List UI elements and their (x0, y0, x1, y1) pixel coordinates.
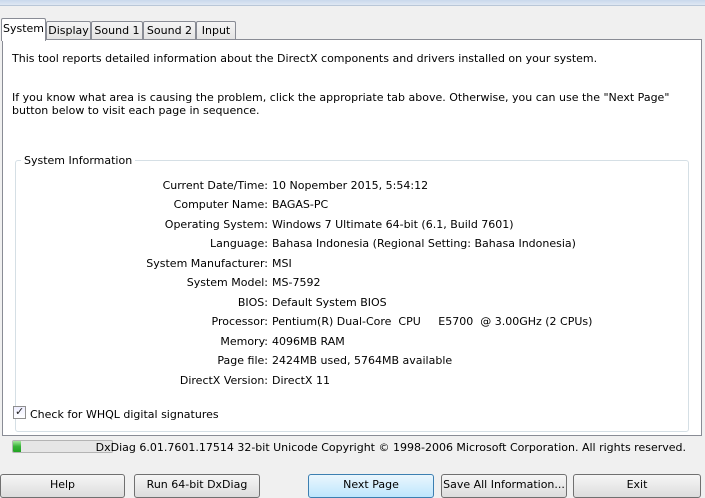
tab-sound-2[interactable]: Sound 2 (143, 21, 196, 40)
info-label: System Manufacturer: (146, 257, 268, 270)
system-tab-panel: This tool reports detailed information a… (2, 39, 702, 436)
info-value: DirectX 11 (272, 374, 330, 387)
tab-sound-1[interactable]: Sound 1 (91, 21, 143, 40)
info-label: BIOS: (237, 296, 268, 309)
info-value: MS-7592 (272, 276, 321, 289)
info-label: Language: (210, 237, 268, 250)
info-label: Computer Name: (173, 198, 268, 211)
info-row-memory: Memory: 4096MB RAM (16, 335, 676, 349)
group-title: System Information (21, 154, 136, 167)
tab-display[interactable]: Display (46, 21, 91, 40)
intro-text: This tool reports detailed information a… (12, 52, 598, 65)
info-value: Pentium(R) Dual-Core CPU E5700 @ 3.00GHz… (272, 315, 593, 328)
info-label: Current Date/Time: (162, 179, 268, 192)
tab-input[interactable]: Input (196, 21, 236, 40)
info-value: 2424MB used, 5764MB available (272, 354, 453, 367)
info-row-computer-name: Computer Name: BAGAS-PC (16, 198, 676, 212)
exit-button[interactable]: Exit (573, 474, 701, 498)
whql-checkbox-label[interactable]: Check for WHQL digital signatures (30, 408, 219, 421)
info-value: 10 Nopember 2015, 5:54:12 (272, 179, 429, 192)
info-row-system-manufacturer: System Manufacturer: MSI (16, 257, 676, 271)
info-value: Windows 7 Ultimate 64-bit (6.1, Build 76… (272, 218, 514, 231)
window-title-strip (0, 0, 705, 6)
info-label: System Model: (186, 276, 268, 289)
whql-checkbox[interactable]: ✓ (13, 405, 26, 419)
system-information-group: System Information Current Date/Time: 10… (15, 154, 689, 432)
next-page-button[interactable]: Next Page (308, 474, 434, 498)
info-label: DirectX Version: (179, 374, 268, 387)
info-row-operating-system: Operating System: Windows 7 Ultimate 64-… (16, 218, 676, 232)
help-button[interactable]: Help (0, 474, 125, 498)
info-row-date-time: Current Date/Time: 10 Nopember 2015, 5:5… (16, 179, 676, 193)
tab-system[interactable]: System (1, 18, 46, 41)
info-value: 4096MB RAM (272, 335, 345, 348)
info-value: Bahasa Indonesia (Regional Setting: Baha… (272, 237, 576, 250)
info-value: BAGAS-PC (272, 198, 329, 211)
info-value: Default System BIOS (272, 296, 387, 309)
info-label: Operating System: (164, 218, 268, 231)
copyright-text: DxDiag 6.01.7601.17514 32-bit Unicode Co… (95, 441, 686, 454)
info-label: Page file: (217, 354, 268, 367)
info-row-bios: BIOS: Default System BIOS (16, 296, 676, 310)
progress-bar-fill (13, 441, 21, 452)
run-64-bit-dxdiag-button[interactable]: Run 64-bit DxDiag (134, 474, 260, 498)
checkmark-icon: ✓ (15, 405, 25, 418)
intro-help-text: If you know what area is causing the pro… (12, 91, 670, 117)
info-label: Memory: (220, 335, 268, 348)
info-row-language: Language: Bahasa Indonesia (Regional Set… (16, 237, 676, 251)
info-row-page-file: Page file: 2424MB used, 5764MB available (16, 354, 676, 368)
info-row-processor: Processor: Pentium(R) Dual-Core CPU E570… (16, 315, 676, 329)
info-value: MSI (272, 257, 292, 270)
info-row-system-model: System Model: MS-7592 (16, 276, 676, 290)
save-all-information-button[interactable]: Save All Information... (441, 474, 567, 498)
info-row-directx-version: DirectX Version: DirectX 11 (16, 374, 676, 388)
info-label: Processor: (211, 315, 269, 328)
